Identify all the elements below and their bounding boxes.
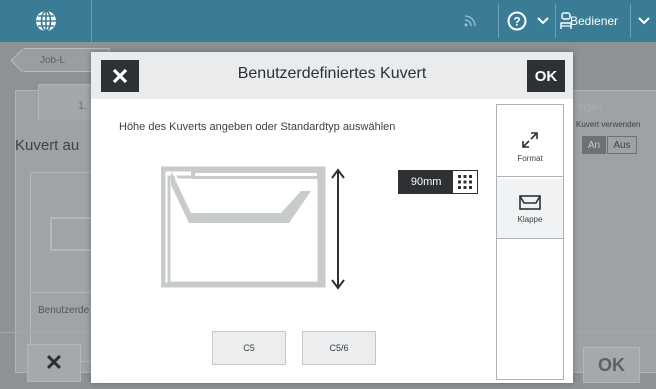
svg-text:?: ? — [513, 15, 520, 29]
background-ok-button: OK — [583, 347, 640, 383]
instruction-text: Höhe des Kuverts angeben oder Standardty… — [119, 121, 396, 133]
standard-type-c5-6-button[interactable]: C5/6 — [302, 331, 376, 365]
back-label: Job-L — [40, 54, 66, 66]
envelope-illustration — [161, 166, 345, 290]
user-menu-button[interactable] — [634, 0, 654, 42]
background-tab — [38, 84, 98, 120]
envelope-flap-icon — [519, 195, 541, 210]
custom-envelope-dialog: Benutzerdefiniertes Kuvert OK Höhe des K… — [91, 52, 573, 383]
background-toggle-on: An — [582, 136, 606, 154]
dialog-title: Benutzerdefiniertes Kuvert — [237, 65, 427, 82]
background-step: 1. — [78, 100, 88, 112]
background-right-label: ingen — [578, 102, 603, 113]
help-button[interactable]: ? — [502, 0, 532, 42]
side-tabs: Format Klappe — [496, 104, 564, 380]
chevron-down-icon — [537, 17, 549, 25]
globe-icon — [35, 10, 56, 32]
top-bar: ? Bediener — [0, 0, 656, 42]
tab-klappe[interactable]: Klappe — [497, 179, 563, 239]
height-value[interactable]: 90mm — [399, 171, 453, 193]
close-icon — [112, 68, 128, 84]
background-card-label: Benutzerde — [38, 305, 90, 316]
help-icon: ? — [507, 11, 527, 31]
help-menu-button[interactable] — [533, 0, 553, 42]
ok-button[interactable]: OK — [527, 60, 565, 92]
height-input[interactable]: 90mm — [398, 170, 478, 194]
signal-icon — [458, 0, 482, 42]
keypad-icon — [458, 175, 473, 189]
resize-icon — [522, 132, 538, 148]
tab-klappe-label: Klappe — [517, 215, 543, 224]
background-toggle-off: Aus — [607, 136, 637, 154]
chevron-down-icon — [638, 17, 650, 25]
background-close-icon: ✕ — [27, 344, 81, 382]
keypad-button[interactable] — [453, 171, 477, 193]
user-name[interactable]: Bediener — [570, 14, 618, 28]
background-right-small: Kuvert verwenden — [576, 120, 641, 129]
close-button[interactable] — [101, 60, 139, 92]
standard-type-c5-button[interactable]: C5 — [212, 331, 286, 365]
tab-format[interactable]: Format — [497, 117, 563, 177]
background-section-title: Kuvert au — [15, 137, 80, 154]
dialog-header: Benutzerdefiniertes Kuvert OK — [91, 52, 573, 99]
height-arrow-icon — [331, 168, 345, 290]
tab-format-label: Format — [517, 154, 543, 163]
language-button[interactable] — [0, 0, 92, 42]
